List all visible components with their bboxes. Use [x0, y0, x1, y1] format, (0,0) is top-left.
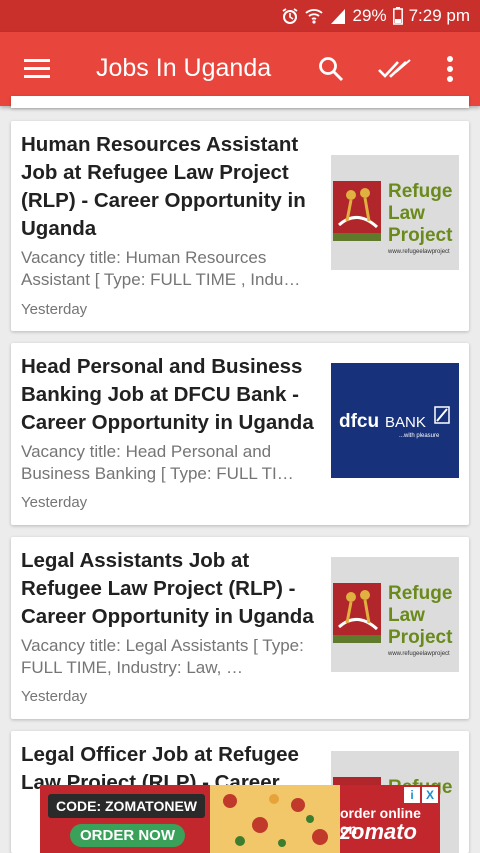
- svg-text:Refuge: Refuge: [388, 181, 452, 202]
- svg-text:BANK: BANK: [385, 414, 426, 431]
- ad-banner[interactable]: CODE: ZOMATONEW ORDER NOW order online o…: [40, 785, 440, 853]
- article-title: Legal Assistants Job at Refugee Law Proj…: [21, 549, 314, 628]
- ad-choices: i X: [404, 787, 438, 803]
- double-check-icon[interactable]: [378, 58, 412, 80]
- refugee-law-project-logo: Refuge Law Project www.refugeelawproject: [331, 155, 459, 270]
- app-title: Jobs In Uganda: [96, 54, 272, 82]
- svg-text:dfcu: dfcu: [339, 411, 379, 432]
- close-icon[interactable]: X: [422, 787, 438, 803]
- svg-text:...with pleasure: ...with pleasure: [399, 433, 440, 439]
- clock-time: 7:29 pm: [408, 6, 470, 25]
- status-bar: 29% 7:29 pm: [0, 0, 480, 32]
- alarm-icon: [282, 8, 298, 24]
- previous-card-edge: [11, 96, 469, 108]
- article-date: Yesterday: [21, 494, 88, 511]
- ad-brand: zomato: [340, 819, 417, 844]
- article-snippet: Vacancy title: Legal Assistants [ Type: …: [21, 636, 304, 677]
- hamburger-icon[interactable]: [24, 58, 50, 78]
- search-icon[interactable]: [318, 56, 344, 82]
- battery-percent: 29%: [352, 6, 387, 25]
- svg-text:Project: Project: [388, 627, 453, 648]
- svg-text:Project: Project: [388, 225, 453, 246]
- promo-code: CODE: ZOMATONEW: [48, 794, 206, 818]
- pizza-image: [210, 785, 340, 853]
- svg-text:www.refugeelawproject: www.refugeelawproject: [387, 249, 450, 255]
- app-bar: Jobs In Uganda: [0, 32, 480, 106]
- article-snippet: Vacancy title: Human Resources Assistant…: [21, 248, 301, 289]
- article-snippet: Vacancy title: Head Personal and Busines…: [21, 442, 294, 483]
- svg-text:Refuge: Refuge: [388, 583, 452, 604]
- signal-icon: [330, 9, 345, 24]
- article-date: Yesterday: [21, 301, 88, 318]
- dfcu-bank-logo: dfcu BANK ...with pleasure: [331, 363, 459, 478]
- article-card[interactable]: Human Resources Assistant Job at Refugee…: [11, 121, 469, 331]
- svg-text:Law: Law: [388, 203, 425, 224]
- wifi-icon: [304, 9, 323, 24]
- info-icon[interactable]: i: [404, 787, 420, 803]
- article-date: Yesterday: [21, 688, 88, 705]
- article-card[interactable]: Legal Assistants Job at Refugee Law Proj…: [11, 537, 469, 719]
- article-title: Head Personal and Business Banking Job a…: [21, 355, 314, 434]
- more-vert-icon[interactable]: [446, 56, 454, 82]
- order-now-button[interactable]: ORDER NOW: [70, 824, 185, 847]
- svg-text:www.refugeelawproject: www.refugeelawproject: [387, 651, 450, 657]
- refugee-law-project-logo: Refuge Law Project www.refugeelawproject: [331, 557, 459, 672]
- battery-icon: [392, 7, 403, 25]
- svg-text:Law: Law: [388, 605, 425, 626]
- article-title: Human Resources Assistant Job at Refugee…: [21, 133, 306, 240]
- article-card[interactable]: Head Personal and Business Banking Job a…: [11, 343, 469, 525]
